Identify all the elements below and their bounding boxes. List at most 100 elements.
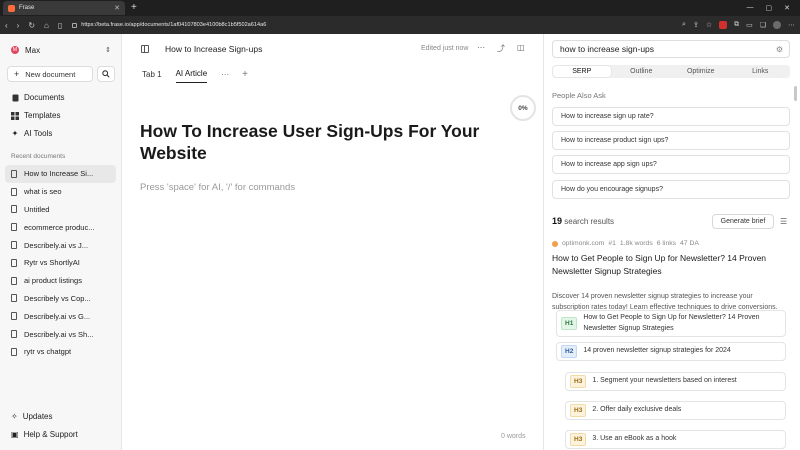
toggle-sidebar-icon[interactable] (141, 45, 149, 53)
document-icon (11, 294, 17, 303)
reload-icon[interactable]: ↻ (28, 21, 35, 30)
close-window-icon[interactable]: ✕ (784, 4, 790, 12)
help-support-label: Help & Support (23, 430, 78, 439)
extensions-icon[interactable]: ⧉ (734, 21, 739, 29)
help-support-button[interactable]: ▣ Help & Support (11, 430, 78, 439)
recent-document-item[interactable]: ecommerce produc... (5, 218, 116, 236)
result-title[interactable]: How to Get People to Sign Up for Newslet… (552, 252, 778, 278)
recent-document-item[interactable]: Untitled (5, 201, 116, 219)
updates-button[interactable]: ✧ Updates (11, 412, 53, 421)
edited-status: Edited just now (421, 45, 469, 52)
frase-favicon-icon (8, 4, 15, 12)
paa-question[interactable]: How to increase sign up rate? (552, 107, 790, 126)
tab-outline[interactable]: Outline (613, 66, 671, 77)
zoom-icon[interactable]: ⌕ (682, 21, 686, 29)
recent-document-item[interactable]: Rytr vs ShortlyAI (5, 254, 116, 272)
sidebar-item-ai-tools[interactable]: ✦ AI Tools (11, 129, 53, 138)
collections-icon[interactable]: ❏ (760, 21, 766, 29)
sidebar: M Max ⇕ + New document Documents Templat… (0, 34, 122, 450)
paa-question[interactable]: How do you encourage signups? (552, 180, 790, 199)
url-field[interactable]: https://beta.frase.io/app/documents/1af0… (72, 22, 682, 28)
heading-outline-item[interactable]: H1 How to Get People to Sign Up for News… (556, 310, 786, 337)
add-tab-icon[interactable]: + (242, 69, 248, 84)
share-page-icon[interactable]: ⇪ (693, 21, 699, 29)
search-button[interactable] (97, 66, 115, 82)
filter-icon[interactable]: ☰ (780, 217, 787, 226)
recent-document-item[interactable]: what is seo (5, 183, 116, 201)
recent-document-item[interactable]: rytr vs chatgpt (5, 343, 116, 361)
updates-label: Updates (22, 412, 53, 421)
recent-document-label: Describely.ai vs Sh... (24, 329, 94, 339)
document-icon (11, 94, 19, 102)
result-domain[interactable]: optimonk.com (562, 240, 604, 247)
sidebar-item-documents[interactable]: Documents (11, 93, 64, 102)
recent-document-item[interactable]: Describely vs Cop... (5, 290, 116, 308)
heading-tag: H3 (570, 404, 587, 417)
result-rank: #1 (608, 240, 616, 247)
toggle-panel-icon[interactable]: ◫ (517, 43, 525, 54)
document-icon (11, 169, 17, 178)
chat-icon: ▣ (11, 430, 19, 439)
maximize-icon[interactable]: ▢ (766, 4, 773, 12)
result-da: 47 DA (680, 240, 699, 247)
editor-placeholder[interactable]: Press 'space' for AI, '/' for commands (140, 182, 295, 193)
tab-links[interactable]: Links (732, 66, 790, 77)
recent-documents-list: How to Increase Si... what is seo Untitl… (5, 165, 116, 361)
bookmark-icon[interactable]: ▯ (58, 21, 62, 30)
generate-brief-button[interactable]: Generate brief (712, 214, 774, 229)
paa-question[interactable]: How to increase app sign ups? (552, 155, 790, 174)
recent-document-label: Untitled (24, 204, 50, 214)
gear-icon[interactable]: ⚙ (776, 45, 783, 54)
menu-icon[interactable]: ⋯ (788, 21, 795, 29)
favorite-icon[interactable]: ☆ (706, 21, 712, 29)
workspace-switcher[interactable]: M Max ⇕ (11, 44, 111, 56)
minimize-icon[interactable]: — (747, 4, 754, 12)
new-document-button[interactable]: + New document (7, 66, 93, 82)
recent-document-item[interactable]: Describely.ai vs J... (5, 236, 116, 254)
chevron-updown-icon: ⇕ (105, 47, 111, 54)
heading-outline-item[interactable]: H3 1. Segment your newsletters based on … (565, 372, 786, 391)
recent-document-item[interactable]: How to Increase Si... (5, 165, 116, 183)
document-title[interactable]: How to Increase Sign-ups (165, 44, 262, 54)
heading-outline-item[interactable]: H2 14 proven newsletter signup strategie… (556, 342, 786, 361)
heading-outline-item[interactable]: H3 3. Use an eBook as a hook (565, 430, 786, 449)
browser-tab[interactable]: Frase ✕ (3, 1, 125, 15)
back-icon[interactable]: ‹ (5, 21, 8, 30)
recent-document-label: rytr vs chatgpt (24, 347, 72, 357)
result-source: optimonk.com #1 1.8k words 6 links 47 DA (552, 240, 699, 247)
site-info-icon[interactable] (72, 22, 78, 28)
content-score-ring: 0% (510, 95, 536, 121)
workspace-avatar: M (11, 46, 19, 54)
home-icon[interactable]: ⌂ (44, 21, 49, 30)
article-heading[interactable]: How To Increase User Sign-Ups For Your W… (140, 120, 500, 164)
paa-question[interactable]: How to increase product sign ups? (552, 131, 790, 150)
panel-scrollbar[interactable] (794, 86, 797, 101)
recent-document-item[interactable]: Describely.ai vs G... (5, 307, 116, 325)
browser-tab-bar: Frase ✕ + — ▢ ✕ (0, 0, 800, 16)
profile-avatar[interactable] (773, 21, 781, 29)
recent-document-item[interactable]: ai product listings (5, 272, 116, 290)
document-icon (11, 347, 17, 356)
sidebar-toggle-icon[interactable]: ▭ (746, 21, 753, 29)
share-icon[interactable]: ⤴ (497, 43, 505, 54)
tab-ai-article[interactable]: AI Article (175, 69, 208, 83)
document-icon (11, 223, 17, 232)
more-options-icon[interactable]: ⋯ (477, 43, 485, 54)
word-count: 0 words (501, 433, 526, 440)
recent-document-item[interactable]: Describely.ai vs Sh... (5, 325, 116, 343)
close-tab-icon[interactable]: ✕ (114, 4, 120, 12)
search-query-input[interactable]: how to increase sign-ups ⚙ (552, 40, 790, 58)
tab-serp[interactable]: SERP (553, 66, 611, 77)
tab-more-icon[interactable]: ⋯ (221, 70, 229, 83)
tab-optimize[interactable]: Optimize (672, 66, 730, 77)
tab-1[interactable]: Tab 1 (142, 70, 162, 83)
heading-outline-item[interactable]: H3 2. Offer daily exclusive deals (565, 401, 786, 420)
editor: How to Increase Sign-ups Edited just now… (122, 34, 544, 450)
sidebar-item-templates[interactable]: Templates (11, 111, 60, 120)
extension-icon[interactable] (719, 21, 728, 29)
new-document-label: New document (25, 69, 76, 79)
sidebar-item-label: Templates (24, 111, 61, 120)
forward-icon[interactable]: › (17, 21, 20, 30)
sidebar-item-label: AI Tools (24, 129, 53, 138)
new-tab-icon[interactable]: + (131, 3, 137, 13)
